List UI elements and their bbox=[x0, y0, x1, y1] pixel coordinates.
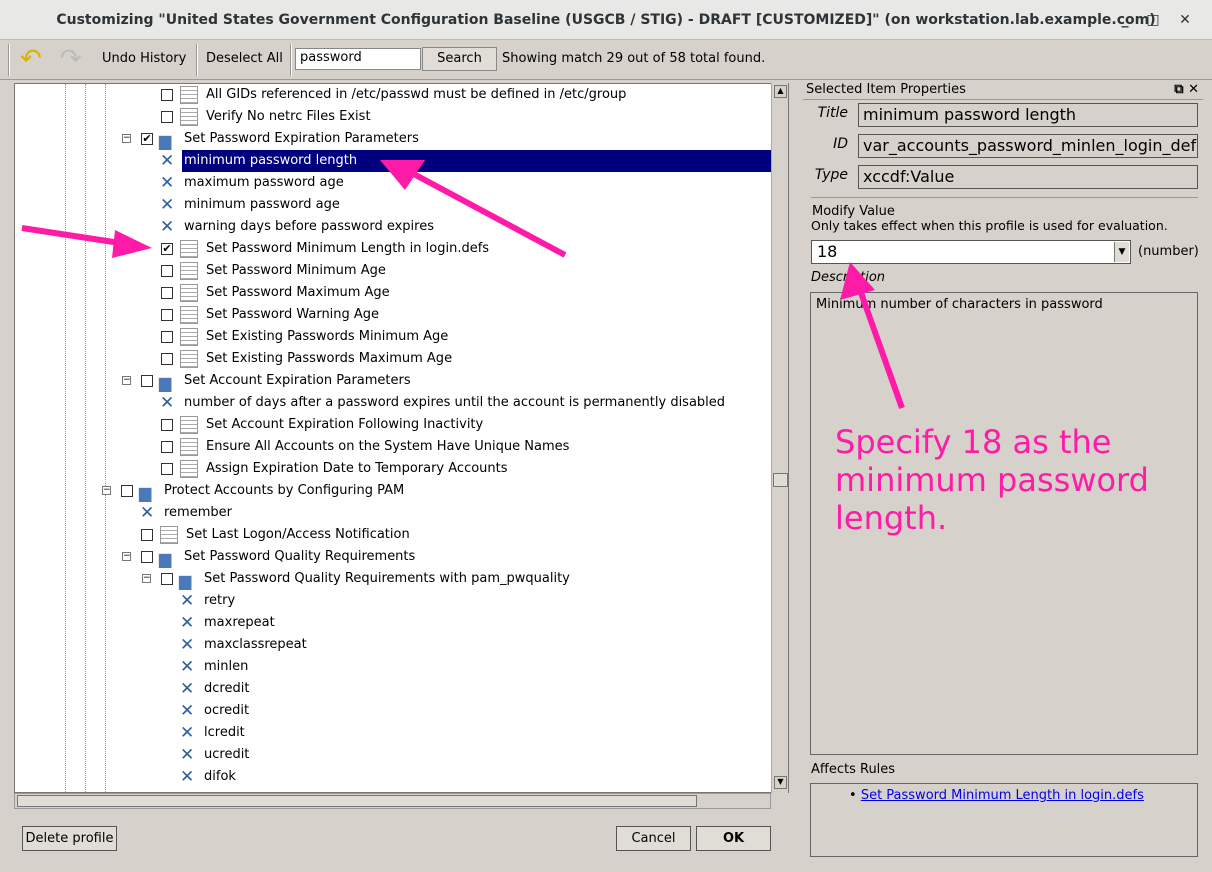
arrow-to-value-field bbox=[857, 288, 905, 410]
annotation-text: Specify 18 as the minimum password lengt… bbox=[835, 423, 1149, 537]
arrowhead bbox=[840, 262, 875, 300]
arrowhead bbox=[112, 230, 152, 258]
arrow-to-selected-value bbox=[408, 169, 567, 258]
arrow-to-rule bbox=[21, 225, 121, 246]
